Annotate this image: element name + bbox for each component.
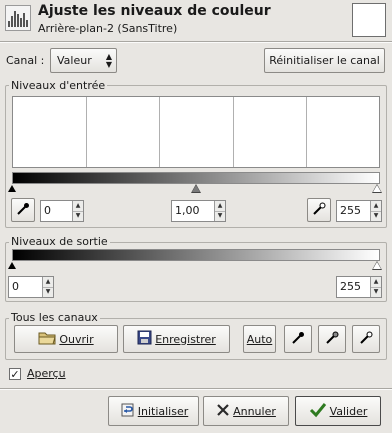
preview-checkbox[interactable]: ✓ bbox=[9, 368, 21, 380]
input-white-spinner[interactable]: 255 ▲ ▼ bbox=[336, 200, 382, 222]
histogram bbox=[12, 96, 380, 168]
open-button[interactable]: Ouvrir bbox=[14, 325, 118, 353]
output-levels-title: Niveaux de sortie bbox=[9, 235, 110, 248]
pick-white-button[interactable] bbox=[307, 198, 331, 222]
levels-icon bbox=[5, 5, 31, 31]
pick-gray-all-button[interactable] bbox=[318, 325, 346, 353]
dialog-title: Ajuste les niveaux de couleur bbox=[38, 3, 271, 19]
footer-separator bbox=[0, 388, 392, 390]
spin-down-icon[interactable]: ▼ bbox=[371, 286, 381, 298]
checkmark-icon: ✓ bbox=[10, 367, 20, 381]
channel-select-value: Valeur bbox=[57, 54, 92, 67]
input-gradient bbox=[12, 172, 380, 184]
spin-up-icon[interactable]: ▲ bbox=[371, 277, 381, 287]
input-gamma-slider[interactable] bbox=[192, 185, 200, 192]
spin-down-icon[interactable]: ▼ bbox=[73, 210, 83, 222]
pick-white-all-button[interactable] bbox=[352, 325, 380, 353]
spin-up-icon[interactable]: ▲ bbox=[43, 277, 53, 287]
header-separator bbox=[0, 41, 392, 43]
input-black-spinner[interactable]: 0 ▲ ▼ bbox=[40, 200, 84, 222]
eyedropper-black-icon bbox=[15, 201, 31, 220]
floppy-disk-icon bbox=[137, 330, 152, 348]
spin-down-icon[interactable]: ▼ bbox=[215, 210, 225, 222]
drawable-preview bbox=[352, 3, 386, 37]
input-gamma-spinner[interactable]: 1,00 ▲ ▼ bbox=[171, 200, 226, 222]
output-black-spinner[interactable]: 0 ▲ ▼ bbox=[8, 276, 54, 298]
pick-black-all-button[interactable] bbox=[284, 325, 312, 353]
eyedropper-white-icon bbox=[311, 201, 327, 220]
output-gradient bbox=[12, 249, 380, 261]
save-button[interactable]: Enregistrer bbox=[123, 325, 230, 353]
eyedropper-gray-icon bbox=[324, 330, 340, 349]
checkmark-icon bbox=[309, 402, 327, 421]
spin-up-icon[interactable]: ▲ bbox=[371, 201, 381, 211]
ok-button[interactable]: Valider bbox=[295, 396, 381, 426]
dialog-subtitle: Arrière-plan-2 (SansTitre) bbox=[38, 22, 178, 35]
updown-icon: ▲ ▼ bbox=[105, 51, 112, 69]
all-channels-title: Tous les canaux bbox=[9, 311, 100, 324]
spin-down-icon[interactable]: ▼ bbox=[371, 210, 381, 222]
cancel-button[interactable]: Annuler bbox=[203, 396, 289, 426]
channel-select[interactable]: Valeur ▲ ▼ bbox=[50, 48, 117, 73]
folder-icon bbox=[38, 331, 57, 348]
output-white-spinner[interactable]: 255 ▲ ▼ bbox=[336, 276, 382, 298]
auto-button[interactable]: Auto bbox=[243, 325, 276, 353]
input-levels-title: Niveaux d'entrée bbox=[9, 79, 108, 92]
spin-up-icon[interactable]: ▲ bbox=[73, 201, 83, 211]
eyedropper-black-icon bbox=[290, 330, 306, 349]
preview-label[interactable]: Aperçu bbox=[27, 367, 66, 380]
spin-up-icon[interactable]: ▲ bbox=[215, 201, 225, 211]
reset-button[interactable]: Initialiser bbox=[108, 396, 199, 426]
channel-label: Canal : bbox=[6, 54, 45, 67]
reset-channel-button[interactable]: Réinitialiser le canal bbox=[264, 48, 385, 73]
undo-icon bbox=[119, 402, 135, 421]
output-white-slider[interactable] bbox=[373, 262, 381, 269]
input-white-slider[interactable] bbox=[373, 185, 381, 192]
input-black-slider[interactable] bbox=[8, 185, 16, 192]
spin-down-icon[interactable]: ▼ bbox=[43, 286, 53, 298]
pick-black-button[interactable] bbox=[11, 198, 35, 222]
eyedropper-white-icon bbox=[358, 330, 374, 349]
output-black-slider[interactable] bbox=[8, 262, 16, 269]
close-icon bbox=[216, 403, 230, 420]
